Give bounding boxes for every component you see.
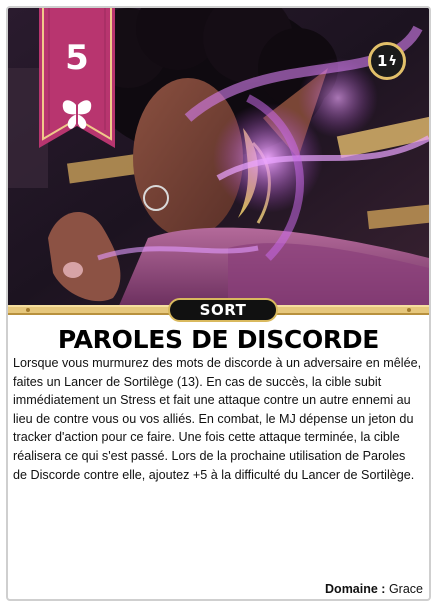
domain-value: Grace bbox=[388, 582, 423, 596]
domain-card[interactable]: 5 1ϟ SORT PAROLES DE DISCORDE Lorsque vo… bbox=[6, 6, 431, 601]
butterfly-icon bbox=[62, 100, 92, 129]
recall-bolt-icon: ϟ bbox=[388, 53, 397, 69]
level-banner: 5 bbox=[39, 8, 115, 148]
card-type-label: SORT bbox=[168, 298, 278, 322]
card-title: PAROLES DE DISCORDE bbox=[57, 325, 380, 354]
recall-cost-badge: 1ϟ bbox=[368, 42, 406, 80]
card-description: Lorsque vous murmurez des mots de discor… bbox=[13, 356, 422, 482]
cost-value: 1 bbox=[376, 52, 388, 70]
domain-label: Domaine : bbox=[325, 582, 386, 596]
level-number: 5 bbox=[65, 38, 89, 78]
card-domain: Domaine : Grace bbox=[325, 582, 423, 596]
